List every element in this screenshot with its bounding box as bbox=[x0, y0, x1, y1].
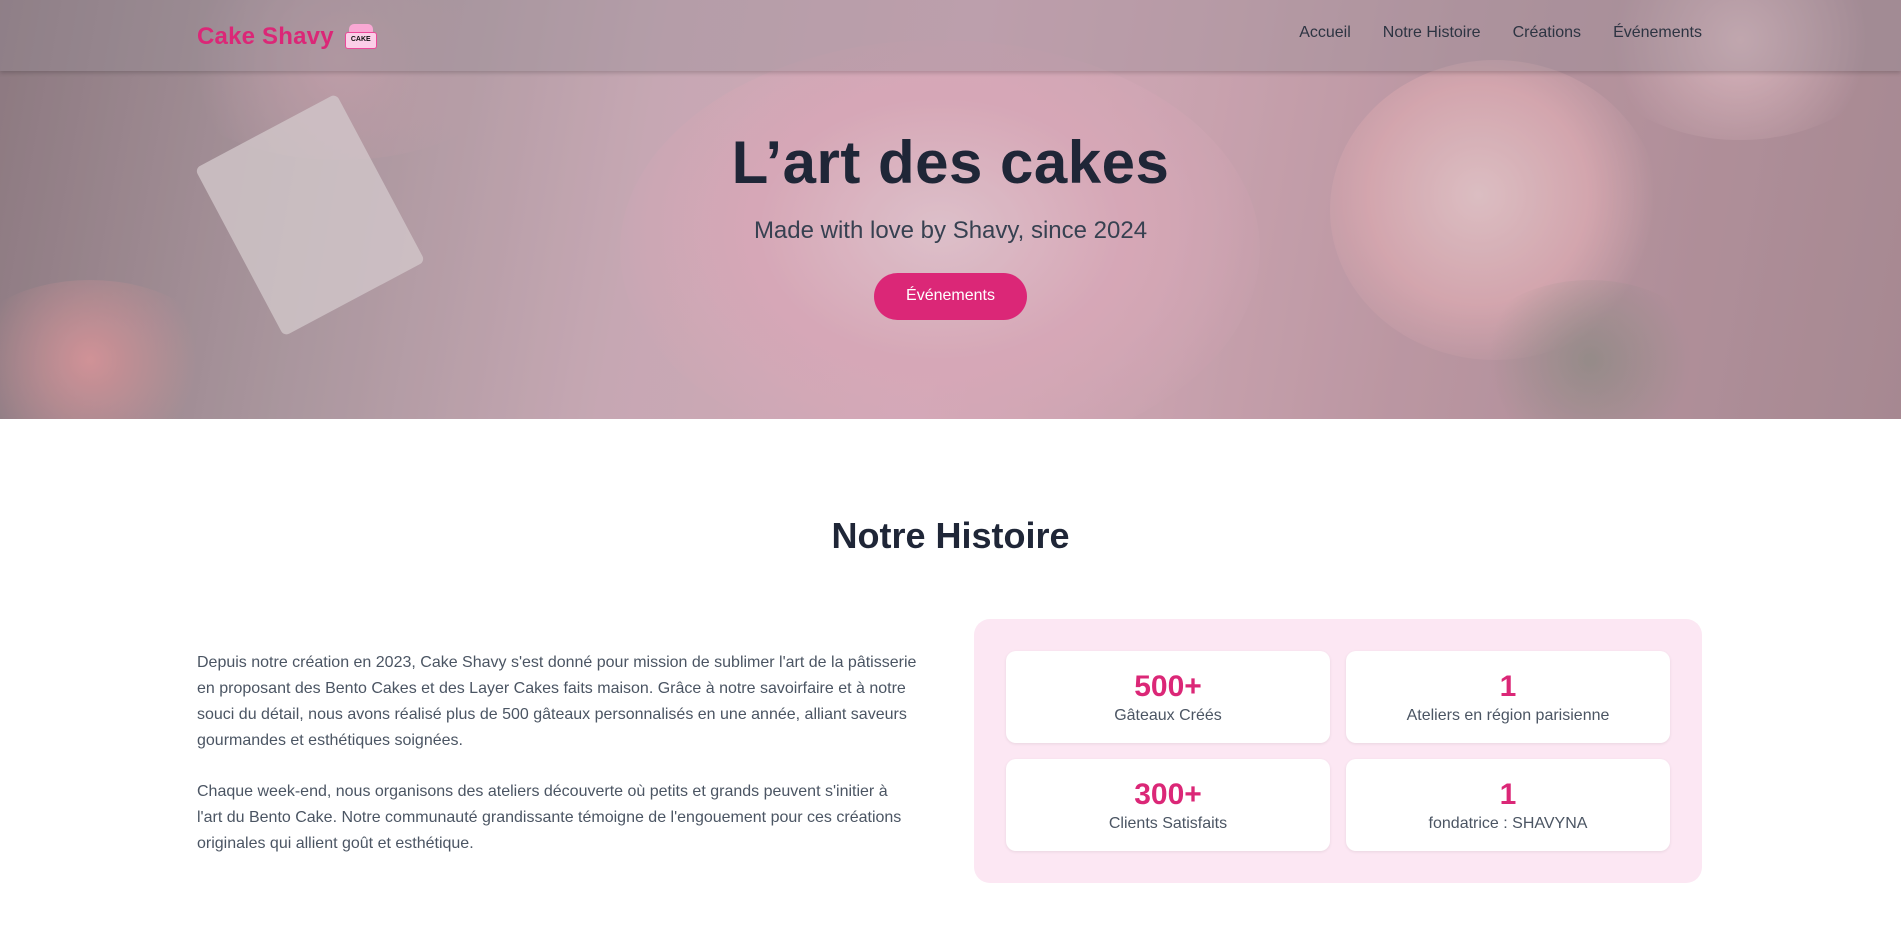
stat-card-ateliers: 1 Ateliers en région parisienne bbox=[1346, 651, 1670, 743]
cake-logo-icon: CAKE bbox=[344, 22, 378, 52]
hero-content: L’art des cakes Made with love by Shavy,… bbox=[0, 128, 1901, 320]
stat-value: 1 bbox=[1499, 670, 1517, 703]
nav-link-evenements[interactable]: Événements bbox=[1613, 24, 1702, 42]
story-text: Depuis notre création en 2023, Cake Shav… bbox=[197, 650, 917, 857]
stat-label: Clients Satisfaits bbox=[1108, 815, 1228, 832]
stat-value: 1 bbox=[1499, 778, 1517, 811]
brand-name[interactable]: Cake Shavy bbox=[197, 23, 334, 51]
section-title-notre-histoire: Notre Histoire bbox=[831, 515, 1070, 556]
hero-subtitle: Made with love by Shavy, since 2024 bbox=[753, 217, 1148, 244]
brand[interactable]: Cake Shavy CAKE bbox=[197, 22, 378, 52]
stat-label: Ateliers en région parisienne bbox=[1406, 707, 1610, 724]
story-paragraph: Chaque week-end, nous organisons des ate… bbox=[197, 783, 902, 852]
nav-link-creations[interactable]: Créations bbox=[1513, 24, 1581, 42]
nav-link-accueil[interactable]: Accueil bbox=[1299, 24, 1351, 42]
stat-value: 500+ bbox=[1134, 670, 1202, 703]
stat-label: fondatrice : SHAVYNA bbox=[1428, 815, 1588, 832]
stat-card-clients: 300+ Clients Satisfaits bbox=[1006, 759, 1330, 851]
stat-card-gateaux: 500+ Gâteaux Créés bbox=[1006, 651, 1330, 743]
nav-links: Accueil Notre Histoire Créations Événeme… bbox=[1299, 24, 1702, 42]
stat-card-fondatrice: 1 fondatrice : SHAVYNA bbox=[1346, 759, 1670, 851]
evenements-cta-button[interactable]: Événements bbox=[874, 273, 1027, 320]
top-navbar: Cake Shavy CAKE Accueil Notre Histoire C… bbox=[0, 0, 1901, 71]
stats-panel: 500+ Gâteaux Créés 1 Ateliers en région … bbox=[974, 619, 1702, 883]
stat-value: 300+ bbox=[1134, 778, 1202, 811]
hero-title: L’art des cakes bbox=[731, 129, 1170, 196]
logo-text: CAKE bbox=[350, 36, 371, 43]
nav-link-notre-histoire[interactable]: Notre Histoire bbox=[1383, 24, 1481, 42]
stat-label: Gâteaux Créés bbox=[1114, 707, 1222, 724]
story-paragraph: Depuis notre création en 2023, Cake Shav… bbox=[197, 654, 917, 749]
